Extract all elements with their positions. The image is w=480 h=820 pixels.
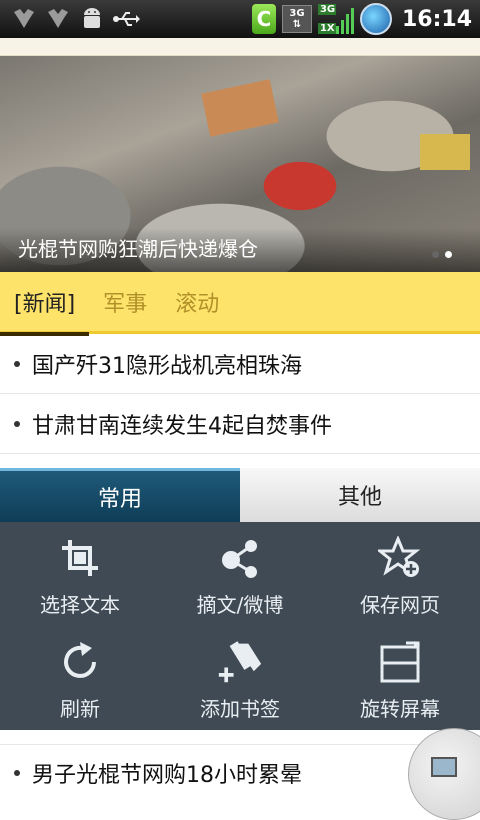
excerpt-weibo-button[interactable]: 摘文/微博 bbox=[160, 524, 320, 628]
banner-pager bbox=[432, 251, 452, 258]
status-clock: 16:14 bbox=[401, 6, 472, 32]
rotate-screen-icon bbox=[377, 639, 423, 685]
save-page-button[interactable]: 保存网页 bbox=[320, 524, 480, 628]
rotate-screen-button[interactable]: 旋转屏幕 bbox=[320, 628, 480, 732]
tab-news[interactable]: [新闻] bbox=[0, 271, 90, 336]
crop-icon bbox=[57, 535, 103, 581]
banner-photo-detail bbox=[201, 79, 279, 137]
pager-dot-active bbox=[445, 251, 452, 258]
image-mode-button[interactable] bbox=[408, 728, 480, 820]
menu-item-label: 添加书签 bbox=[200, 696, 280, 721]
notification-icon bbox=[44, 5, 72, 33]
refresh-icon bbox=[57, 639, 103, 685]
signal-3g-icon: 3G 1X bbox=[317, 4, 354, 34]
menu-item-label: 摘文/微博 bbox=[196, 592, 284, 617]
c-app-icon: C bbox=[251, 4, 276, 34]
bullet-icon bbox=[14, 420, 20, 427]
add-bookmark-button[interactable]: 添加书签 bbox=[160, 628, 320, 732]
refresh-button[interactable]: 刷新 bbox=[0, 628, 160, 732]
menu-item-label: 刷新 bbox=[60, 696, 100, 721]
android-debug-icon bbox=[78, 5, 106, 33]
share-icon bbox=[217, 535, 263, 581]
menu-grid: 选择文本 摘文/微博 保存网页 刷新 添加书签 旋转屏幕 bbox=[0, 522, 480, 732]
news-title: 男子光棍节网购18小时累晕 bbox=[32, 762, 302, 788]
bullet-icon bbox=[14, 360, 20, 367]
news-title: 国产歼31隐形战机亮相珠海 bbox=[32, 353, 302, 379]
tab-rolling[interactable]: 滚动 bbox=[161, 271, 233, 333]
news-list: 国产歼31隐形战机亮相珠海 甘肃甘南连续发生4起自焚事件 bbox=[0, 334, 480, 454]
star-add-icon bbox=[377, 535, 423, 581]
menu-tab-common[interactable]: 常用 bbox=[0, 468, 240, 522]
menu-item-label: 保存网页 bbox=[360, 592, 440, 617]
menu-tab-other[interactable]: 其他 bbox=[240, 468, 480, 522]
picture-icon bbox=[431, 757, 457, 777]
notification-icon bbox=[10, 5, 38, 33]
pager-dot bbox=[432, 251, 439, 258]
select-text-button[interactable]: 选择文本 bbox=[0, 524, 160, 628]
menu-tabs: 常用 其他 bbox=[0, 468, 480, 522]
banner-photo-detail bbox=[420, 134, 470, 170]
category-tabs: [新闻] 军事 滚动 bbox=[0, 271, 480, 336]
header-strip bbox=[0, 38, 480, 56]
globe-icon bbox=[359, 3, 392, 35]
usb-icon bbox=[112, 5, 140, 33]
tab-military[interactable]: 军事 bbox=[89, 271, 161, 333]
news-title: 甘肃甘南连续发生4起自焚事件 bbox=[32, 413, 332, 439]
menu-item-label: 旋转屏幕 bbox=[360, 696, 440, 721]
menu-item-label: 选择文本 bbox=[40, 592, 120, 617]
bookmark-add-icon bbox=[217, 639, 263, 685]
status-bar: C 3G ⇅ 3G 1X 16:14 bbox=[0, 0, 480, 38]
options-menu: 常用 其他 选择文本 摘文/微博 保存网页 刷新 添加书签 旋转屏幕 bbox=[0, 468, 480, 730]
banner-caption: 光棍节网购狂潮后快递爆仓 bbox=[18, 237, 258, 261]
list-item[interactable]: 甘肃甘南连续发生4起自焚事件 bbox=[0, 394, 480, 454]
3g-data-icon: 3G ⇅ bbox=[281, 5, 312, 33]
bullet-icon bbox=[14, 769, 20, 776]
list-item[interactable]: 国产歼31隐形战机亮相珠海 bbox=[0, 334, 480, 394]
headline-banner[interactable]: 光棍节网购狂潮后快递爆仓 bbox=[0, 56, 480, 272]
